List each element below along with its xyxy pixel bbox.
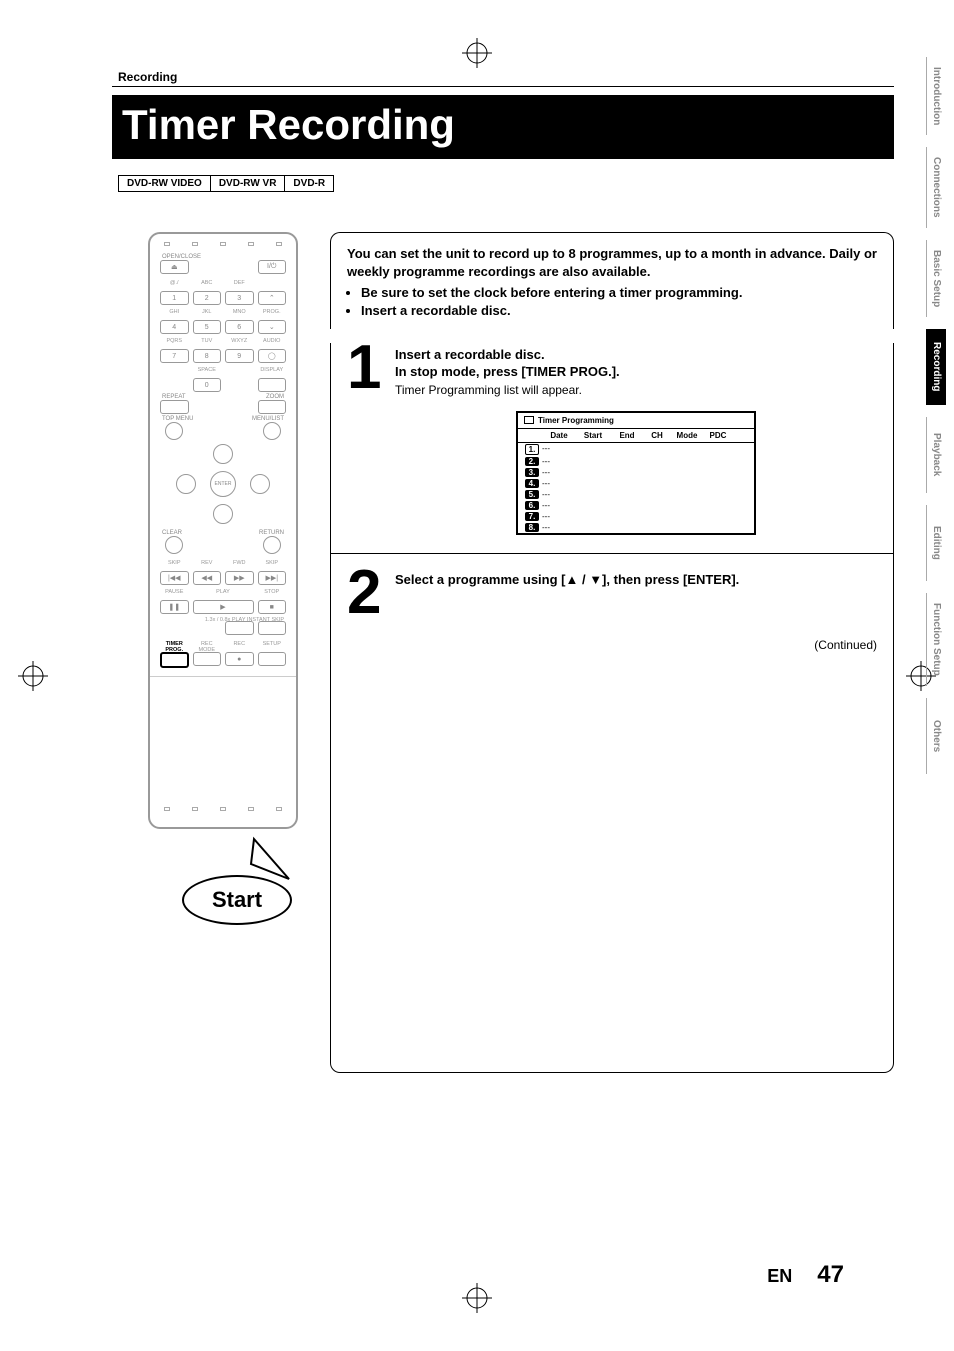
table-row: 3.--- [518,467,754,478]
continued-label: (Continued) [347,638,877,652]
power-button: I/⏻ [258,260,287,274]
play-icon: ▶ [193,600,254,614]
rec-icon: ● [225,652,254,666]
skip-back-icon: |◀◀ [160,571,189,585]
section-tab: Playback [926,417,946,493]
list-icon [524,416,534,424]
skip-fwd-icon: ▶▶| [258,571,287,585]
dpad-up-icon [213,444,233,464]
intro-bullet: Be sure to set the clock before entering… [361,284,877,302]
section-tab: Editing [926,505,946,581]
section-tab: Others [926,698,946,774]
media-tag: DVD-RW VR [210,175,286,192]
step-2: 2 Select a programme using [▲ / ▼], then… [347,568,877,618]
steps-box: 1 Insert a recordable disc. In stop mode… [330,343,894,1073]
stop-icon: ■ [258,600,287,614]
breadcrumb: Recording [112,70,894,87]
dpad-left-icon [176,474,196,494]
section-tab: Basic Setup [926,240,946,317]
page-title: Timer Recording [122,101,884,149]
footer-page-number: 47 [817,1261,844,1288]
media-tag: DVD-R [284,175,334,192]
section-tab: Function Setup [926,593,946,686]
timer-programming-table: Timer Programming Date Start End CH Mode… [516,411,756,535]
table-row: 5.--- [518,489,754,500]
dpad-down-icon [213,504,233,524]
step-heading-line: In stop mode, press [TIMER PROG.]. [395,364,877,381]
table-row: 1.--- [518,443,754,456]
pause-icon: ❚❚ [160,600,189,614]
intro-bullet: Insert a recordable disc. [361,302,877,320]
section-tab: Introduction [926,57,946,135]
table-row: 7.--- [518,511,754,522]
start-callout: Start [182,875,292,925]
timer-prog-button [160,652,189,668]
step-heading-line: Insert a recordable disc. [395,347,877,364]
table-row: 8.--- [518,522,754,533]
intro-box: You can set the unit to record up to 8 p… [330,232,894,329]
section-tabs: Introduction Connections Basic Setup Record… [926,57,954,786]
page-footer: EN 47 [767,1261,844,1289]
step-subtext: Timer Programming list will appear. [395,383,877,397]
remote-illustration: OPEN/CLOSE ⏏ I/⏻ @./ ABC DEF 1 2 3 ⌃ GHI… [148,232,298,829]
crop-mark-bottom [462,1283,492,1313]
crop-mark-left [18,661,48,691]
media-tag: DVD-RW VIDEO [118,175,211,192]
table-row: 2.--- [518,456,754,467]
media-tags: DVD-RW VIDEODVD-RW VRDVD-R [112,173,894,192]
step-1: 1 Insert a recordable disc. In stop mode… [347,343,877,535]
dpad: ENTER [176,444,270,524]
rewind-icon: ◀◀ [193,571,222,585]
step-number: 2 [347,568,395,618]
footer-lang: EN [767,1266,792,1286]
crop-mark-top [462,38,492,68]
enter-button: ENTER [210,471,236,497]
eject-button: ⏏ [160,260,189,274]
dpad-right-icon [250,474,270,494]
table-row: 6.--- [518,500,754,511]
section-tab: Recording [926,329,946,405]
page-title-bar: Timer Recording [112,95,894,159]
section-tab: Connections [926,147,946,228]
forward-icon: ▶▶ [225,571,254,585]
step-number: 1 [347,343,395,535]
intro-lead: You can set the unit to record up to 8 p… [347,245,877,280]
step-separator [331,553,893,554]
step-heading-line: Select a programme using [▲ / ▼], then p… [395,572,877,589]
table-row: 4.--- [518,478,754,489]
